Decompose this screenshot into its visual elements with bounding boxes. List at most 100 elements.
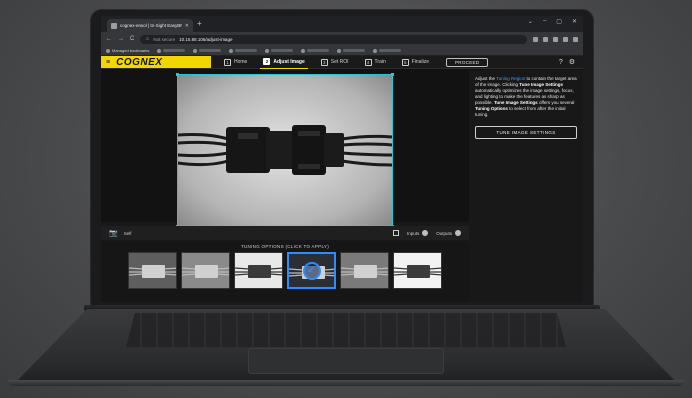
minimize-icon[interactable]: – <box>543 18 546 25</box>
step-home[interactable]: 1 Home <box>221 56 250 69</box>
step-label: Adjust Image <box>273 58 305 65</box>
security-label: Not secure <box>153 36 176 42</box>
step-set-roi[interactable]: 3 Set ROI <box>318 56 352 69</box>
tab-search-icon[interactable]: ⌄ <box>528 18 533 25</box>
star-icon[interactable] <box>543 36 548 42</box>
tab-close-icon[interactable]: ✕ <box>185 23 189 29</box>
inputs-indicator: Inputs <box>407 230 429 236</box>
thumbnail-image <box>394 265 441 278</box>
blurred-bookmark <box>199 49 222 52</box>
thumbnail-image <box>182 265 229 278</box>
inputs-status-icon <box>422 230 429 236</box>
instr-part: Adjust the <box>475 76 497 81</box>
laptop-screen: cognex-ensol | In-Sight EasyBP ✕ + ⌄ – ▢… <box>101 16 583 302</box>
touchpad <box>248 348 444 374</box>
camera-image[interactable] <box>176 73 394 228</box>
tuning-thumbnail[interactable] <box>393 252 442 289</box>
maximize-icon[interactable]: ▢ <box>556 18 562 25</box>
proceed-button[interactable]: PROCEED <box>446 57 489 67</box>
keyboard <box>126 313 566 347</box>
blurred-bookmark <box>163 49 186 52</box>
managed-bookmarks-label: Managed bookmarks <box>112 48 150 53</box>
tuning-thumbnail[interactable] <box>128 252 177 289</box>
outputs-indicator: Outputs <box>436 230 461 236</box>
bookmark-item[interactable] <box>301 48 330 53</box>
bookmark-icon <box>337 48 342 53</box>
step-label: Home <box>234 59 248 65</box>
step-number: 1 <box>224 58 231 66</box>
reload-icon[interactable]: C <box>130 36 134 42</box>
thumbnail-image <box>235 265 282 278</box>
thumbnail-image <box>341 265 388 278</box>
bookmark-icon <box>229 48 234 53</box>
image-viewer <box>101 70 469 228</box>
app-header: ≡ COGNEX 1 Home 2 Adjust Image 3 Set ROI… <box>101 56 583 69</box>
step-adjust-image[interactable]: 2 Adjust Image <box>260 56 308 69</box>
browser-toolbar: ← → C ⚠ Not secure 10.15.88.106/adjust-i… <box>101 32 583 46</box>
tuning-thumbnail[interactable]: ✓ <box>287 252 336 289</box>
header-icons: ? ⚙ <box>559 56 583 68</box>
bookmark-item[interactable] <box>265 48 294 53</box>
outputs-label: Outputs <box>436 230 452 236</box>
back-icon[interactable]: ← <box>106 36 112 42</box>
tuning-thumbnail[interactable] <box>234 252 283 289</box>
bookmark-item[interactable] <box>337 48 366 53</box>
browser-tabstrip: cognex-ensol | In-Sight EasyBP ✕ + ⌄ – ▢… <box>101 16 583 32</box>
step-number: 2 <box>263 58 271 65</box>
blurred-bookmark <box>307 49 330 52</box>
tuning-options-label: TUNING OPTIONS (CLICK TO APPLY) <box>240 244 330 249</box>
folder-icon <box>106 48 110 53</box>
bookmark-icon <box>265 48 270 53</box>
gear-icon[interactable]: ⚙ <box>569 58 575 66</box>
more-icon[interactable] <box>573 36 578 42</box>
managed-bookmarks[interactable]: Managed bookmarks <box>106 48 149 53</box>
bookmark-icon <box>301 48 306 53</box>
blurred-bookmark <box>271 49 294 52</box>
bookmark-icon <box>157 48 162 53</box>
brand-bar: ≡ COGNEX <box>101 56 211 68</box>
bookmark-icon <box>373 48 378 53</box>
roi-handle[interactable] <box>176 73 179 76</box>
thumbnail-image <box>129 265 176 278</box>
step-number: 3 <box>320 58 328 66</box>
toolbar-icons <box>533 36 578 42</box>
bookmark-icon <box>193 48 198 53</box>
help-icon[interactable]: ? <box>559 59 563 66</box>
tuning-region-link[interactable]: Tuning Region <box>496 76 525 81</box>
new-tab-button[interactable]: + <box>197 19 202 29</box>
warning-icon: ⚠ <box>145 36 150 41</box>
bookmark-item[interactable] <box>373 48 402 53</box>
bookmark-item[interactable] <box>193 48 222 53</box>
share-icon[interactable] <box>533 36 538 42</box>
instructions-panel: Adjust the Tuning Region to contain the … <box>469 70 583 302</box>
blurred-bookmark <box>379 49 402 52</box>
camera-icon[interactable]: 📷 <box>109 229 118 237</box>
extension-icon[interactable] <box>553 36 558 42</box>
instr-bold: Tune Image Settings <box>494 100 538 105</box>
tune-image-settings-button[interactable]: TUNE IMAGE SETTINGS <box>475 126 577 139</box>
roi-handle[interactable] <box>391 73 394 76</box>
tuning-thumbnails: ✓ <box>101 252 469 289</box>
outputs-status-icon <box>455 230 461 236</box>
close-window-icon[interactable]: ✕ <box>572 18 577 25</box>
forward-icon[interactable]: → <box>118 36 124 42</box>
tuning-thumbnail[interactable] <box>340 252 389 289</box>
selected-check-icon: ✓ <box>302 261 321 280</box>
profile-icon[interactable] <box>563 36 568 42</box>
step-finalize[interactable]: 5 Finalize <box>399 56 432 69</box>
blurred-bookmark <box>343 49 366 52</box>
url-text: 10.15.88.106/adjust-image <box>179 36 233 42</box>
hamburger-menu-icon[interactable]: ≡ <box>106 59 110 66</box>
bookmark-item[interactable] <box>157 48 186 53</box>
laptop-front-edge <box>8 380 684 386</box>
step-number: 5 <box>401 58 409 66</box>
app-body: 📷 Self Inputs Outputs Adjust the Tuning … <box>101 70 583 302</box>
instr-part: offers you several <box>537 100 575 105</box>
address-bar[interactable]: ⚠ Not secure 10.15.88.106/adjust-image <box>140 34 527 44</box>
browser-tab[interactable]: cognex-ensol | In-Sight EasyBP ✕ <box>107 19 193 32</box>
tuning-thumbnail[interactable] <box>181 252 230 289</box>
bookmark-item[interactable] <box>229 48 258 53</box>
step-train[interactable]: 4 Train <box>362 56 389 69</box>
trigger-mode[interactable]: Self <box>124 231 132 236</box>
fit-icon[interactable] <box>392 230 399 236</box>
